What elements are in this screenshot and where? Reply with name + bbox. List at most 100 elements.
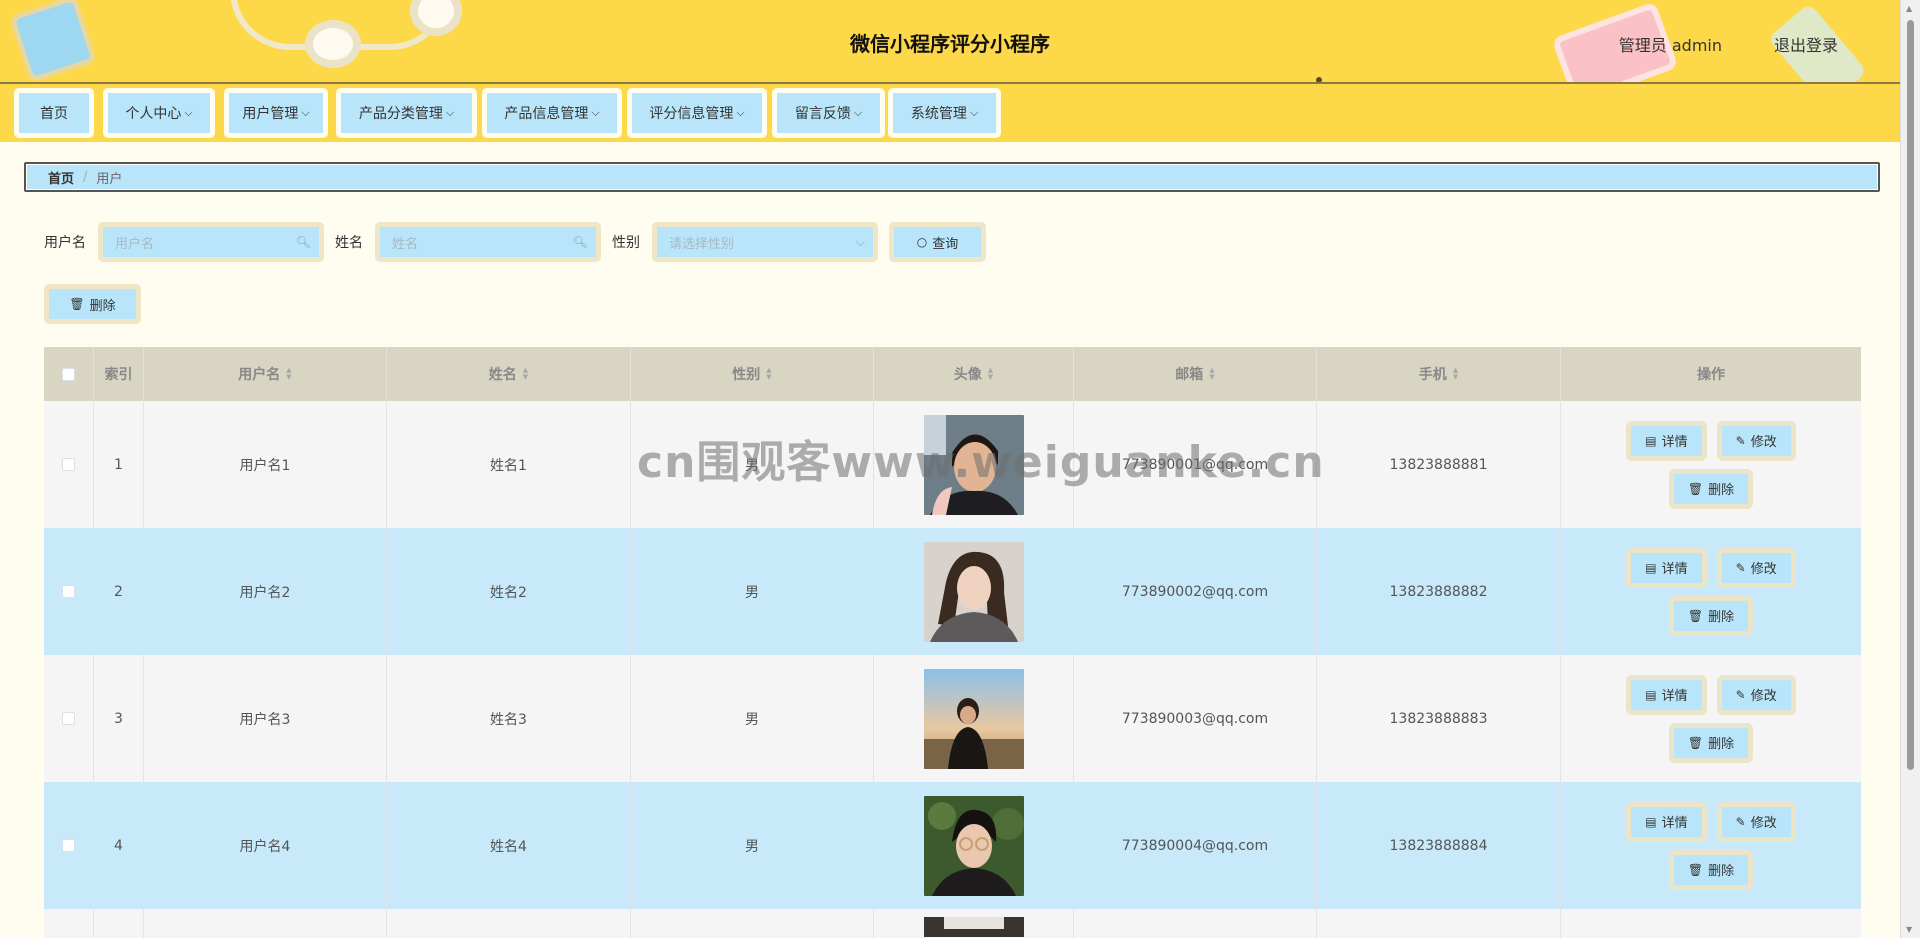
chevron-down-icon: ⌵ bbox=[591, 106, 600, 119]
edit-button[interactable]: ✎ 修改 bbox=[1721, 679, 1791, 710]
cell-index: 3 bbox=[94, 655, 144, 782]
detail-button-wrap: ▤ 详情 bbox=[1626, 801, 1707, 842]
nav-item-label: 系统管理 bbox=[910, 106, 967, 122]
cell-email: 773890004@qq.com bbox=[1074, 782, 1317, 909]
detail-button[interactable]: ▤ 详情 bbox=[1631, 679, 1702, 710]
delete-button[interactable]: 🗑︎ 删除 bbox=[1673, 854, 1749, 885]
edit-label: 修改 bbox=[1750, 816, 1777, 831]
nav-item-personal-center[interactable]: 个人中心 ⌵ bbox=[103, 88, 215, 138]
name-label: 姓名 bbox=[335, 235, 363, 251]
username-label: 用户名 bbox=[44, 235, 86, 251]
nav-item-feedback[interactable]: 留言反馈 ⌵ bbox=[772, 88, 885, 138]
select-all-checkbox[interactable] bbox=[62, 367, 75, 381]
edit-button[interactable]: ✎ 修改 bbox=[1721, 806, 1791, 837]
cell-name: 姓名3 bbox=[387, 655, 631, 782]
query-button-wrap: ○ 查询 bbox=[889, 222, 986, 262]
avatar[interactable] bbox=[923, 668, 1024, 769]
delete-button-wrap: 🗑︎ 删除 bbox=[1668, 468, 1754, 509]
cell-gender: 男 bbox=[631, 655, 874, 782]
header-avatar[interactable]: 头像 ▲ ▼ bbox=[874, 347, 1074, 401]
row-checkbox[interactable] bbox=[62, 712, 75, 725]
edit-button-wrap: ✎ 修改 bbox=[1716, 674, 1796, 715]
row-checkbox[interactable] bbox=[62, 458, 75, 471]
avatar[interactable] bbox=[923, 795, 1024, 896]
edit-label: 修改 bbox=[1750, 689, 1777, 704]
header-avatar-label: 头像 bbox=[953, 367, 982, 383]
sort-icon: ▲ ▼ bbox=[522, 366, 529, 381]
vertical-scrollbar[interactable]: ▲ ▼ bbox=[1900, 0, 1920, 938]
header-username-label: 用户名 bbox=[238, 367, 281, 383]
cell-actions: ▤ 详情 ✎ 修改 🗑︎ 删除 bbox=[1561, 401, 1861, 528]
delete-button-wrap: 🗑︎ 删除 bbox=[1668, 849, 1754, 890]
scroll-down-arrow-icon[interactable]: ▼ bbox=[1906, 925, 1912, 934]
name-input[interactable]: 姓名 🔍︎ bbox=[380, 227, 596, 257]
edit-button[interactable]: ✎ 修改 bbox=[1721, 552, 1791, 583]
logout-link[interactable]: 退出登录 bbox=[1774, 32, 1838, 56]
edit-button[interactable]: ✎ 修改 bbox=[1721, 425, 1791, 456]
detail-label: 详情 bbox=[1661, 689, 1688, 704]
cell-username: 用户名2 bbox=[144, 528, 387, 655]
nav-item-home[interactable]: 首页 bbox=[14, 88, 94, 138]
avatar[interactable] bbox=[923, 917, 1024, 937]
username-input[interactable]: 用户名 🔍︎ bbox=[103, 227, 319, 257]
gender-placeholder: 请选择性别 bbox=[669, 236, 735, 252]
watermark: cn围观客www.weiguanke.cn bbox=[637, 437, 1325, 488]
detail-button-wrap: ▤ 详情 bbox=[1626, 547, 1707, 588]
nav-item-system-management[interactable]: 系统管理 ⌵ bbox=[888, 88, 1001, 138]
batch-delete-label: 删除 bbox=[89, 298, 116, 314]
nav-item-label: 评分信息管理 bbox=[649, 106, 734, 122]
cell-username: 用户名1 bbox=[144, 401, 387, 528]
cell-name: 姓名1 bbox=[387, 401, 631, 528]
nav-item-product-management[interactable]: 产品信息管理 ⌵ bbox=[482, 88, 622, 138]
nav-item-label: 首页 bbox=[40, 106, 68, 122]
trash-icon: 🗑︎ bbox=[1687, 862, 1704, 877]
header-name-label: 姓名 bbox=[488, 367, 517, 383]
username-placeholder: 用户名 bbox=[115, 236, 155, 252]
nav-item-category-management[interactable]: 产品分类管理 ⌵ bbox=[336, 88, 477, 138]
query-button[interactable]: ○ 查询 bbox=[894, 227, 981, 257]
search-icon: ○ bbox=[916, 235, 928, 249]
app-title: 微信小程序评分小程序 bbox=[850, 32, 1050, 56]
nav-item-label: 留言反馈 bbox=[794, 106, 851, 122]
cell-gender: 男 bbox=[631, 528, 874, 655]
delete-button[interactable]: 🗑︎ 删除 bbox=[1673, 727, 1749, 758]
pencil-icon: ✎ bbox=[1735, 687, 1746, 702]
chevron-down-icon: ⌵ bbox=[736, 106, 745, 119]
sort-icon: ▲ ▼ bbox=[987, 366, 994, 381]
row-checkbox[interactable] bbox=[62, 839, 75, 852]
sort-icon: ▲ ▼ bbox=[1452, 366, 1459, 381]
scroll-up-arrow-icon[interactable]: ▲ bbox=[1906, 4, 1912, 13]
header-email[interactable]: 邮箱 ▲ ▼ bbox=[1074, 347, 1317, 401]
nav-item-rating-management[interactable]: 评分信息管理 ⌵ bbox=[627, 88, 767, 138]
pencil-icon: ✎ bbox=[1735, 560, 1746, 575]
scrollbar-thumb[interactable] bbox=[1907, 20, 1914, 770]
detail-button-wrap: ▤ 详情 bbox=[1626, 420, 1707, 461]
search-icon: 🔍︎ bbox=[295, 235, 311, 249]
trash-icon: 🗑︎ bbox=[1687, 481, 1704, 496]
header-gender[interactable]: 性别 ▲ ▼ bbox=[631, 347, 874, 401]
row-checkbox[interactable] bbox=[62, 585, 75, 598]
query-button-label: 查询 bbox=[932, 236, 959, 252]
detail-label: 详情 bbox=[1661, 816, 1688, 831]
breadcrumb-home[interactable]: 首页 bbox=[48, 168, 74, 187]
table-row: 3 用户名3 姓名3 男 773890003@qq.com 1382388888… bbox=[44, 655, 1861, 782]
cell-index: 4 bbox=[94, 782, 144, 909]
cell-phone: 13823888881 bbox=[1317, 401, 1561, 528]
pencil-icon: ✎ bbox=[1735, 433, 1746, 448]
delete-button[interactable]: 🗑︎ 删除 bbox=[1673, 473, 1749, 504]
detail-button[interactable]: ▤ 详情 bbox=[1631, 552, 1702, 583]
batch-delete-button[interactable]: 🗑︎ 删除 bbox=[49, 289, 136, 319]
header-phone[interactable]: 手机 ▲ ▼ bbox=[1317, 347, 1561, 401]
detail-button[interactable]: ▤ 详情 bbox=[1631, 806, 1702, 837]
detail-button[interactable]: ▤ 详情 bbox=[1631, 425, 1702, 456]
pencil-icon: ✎ bbox=[1735, 814, 1746, 829]
header-username[interactable]: 用户名 ▲ ▼ bbox=[144, 347, 387, 401]
header-name[interactable]: 姓名 ▲ ▼ bbox=[387, 347, 631, 401]
nav-item-user-management[interactable]: 用户管理 ⌵ bbox=[224, 88, 328, 138]
delete-label: 删除 bbox=[1708, 483, 1735, 498]
header-index: 索引 bbox=[94, 347, 144, 401]
chevron-down-icon: ⌵ bbox=[853, 106, 863, 119]
avatar[interactable] bbox=[923, 541, 1024, 642]
gender-select[interactable]: 请选择性别 ⌵ bbox=[657, 227, 873, 257]
delete-button[interactable]: 🗑︎ 删除 bbox=[1673, 600, 1749, 631]
